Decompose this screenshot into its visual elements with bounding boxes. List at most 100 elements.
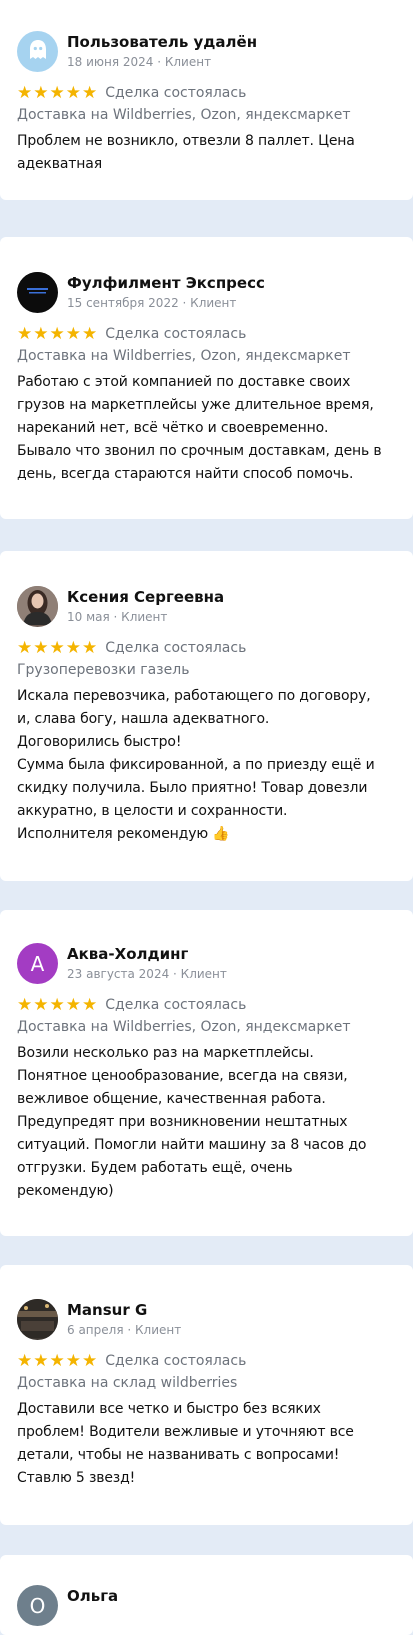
avatar-letter: А	[30, 951, 45, 976]
review-text-line: Ставлю 5 звезд!	[17, 1470, 136, 1486]
review-service: Грузоперевозки газель	[17, 662, 190, 678]
review-card: Фулфилмент Экспресс 15 сентября 2022 · К…	[0, 237, 413, 519]
ghost-icon	[27, 38, 49, 66]
star-icon: ★	[65, 637, 81, 658]
review-text-line: детали, чтобы не названивать с вопросами…	[17, 1447, 340, 1463]
review-service: Доставка на Wildberries, Ozon, яндексмар…	[17, 107, 351, 123]
review-text-line: ситуаций. Помогли найти машину за 8 часо…	[17, 1137, 367, 1153]
avatar[interactable]	[17, 586, 58, 627]
deal-status: Сделка состоялась	[105, 85, 247, 101]
review-role: Клиент	[135, 1323, 182, 1337]
star-rating: ★ ★ ★ ★ ★	[17, 637, 98, 658]
avatar[interactable]: О	[17, 1585, 58, 1626]
review-text-line: рекомендую)	[17, 1183, 114, 1199]
review-text: Доставили все четко и быстро без всяких …	[17, 1398, 401, 1490]
deal-status: Сделка состоялась	[105, 997, 247, 1013]
review-text: Возили несколько раз на маркетплейсы. По…	[17, 1042, 401, 1203]
review-text-line: Понятное ценообразование, всегда на связ…	[17, 1068, 348, 1084]
star-icon: ★	[49, 323, 65, 344]
review-date: 15 сентября 2022	[67, 296, 179, 310]
star-icon: ★	[65, 323, 81, 344]
deal-status: Сделка состоялась	[105, 1353, 247, 1369]
star-icon: ★	[82, 637, 98, 658]
star-icon: ★	[82, 994, 98, 1015]
review-author[interactable]: Аква-Холдинг	[67, 945, 188, 963]
star-icon: ★	[82, 1350, 98, 1371]
company-logo-icon	[17, 272, 58, 313]
star-rating: ★ ★ ★ ★ ★	[17, 1350, 98, 1371]
review-meta: 10 мая · Клиент	[67, 610, 168, 624]
review-text-line: Доставили все четко и быстро без всяких	[17, 1401, 321, 1417]
star-icon: ★	[33, 323, 49, 344]
review-role: Клиент	[121, 610, 168, 624]
user-photo-icon	[17, 1299, 58, 1340]
review-text-line: Работаю с этой компанией по доставке сво…	[17, 374, 351, 390]
review-card: О Ольга	[0, 1555, 413, 1635]
avatar[interactable]: А	[17, 943, 58, 984]
star-icon: ★	[65, 1350, 81, 1371]
review-text-line: отгрузки. Будем работать ещё, очень	[17, 1160, 293, 1176]
review-service: Доставка на склад wildberries	[17, 1375, 238, 1391]
review-text-line: Проблем не возникло, отвезли 8 паллет. Ц…	[17, 133, 355, 149]
review-author[interactable]: Mansur G	[67, 1301, 147, 1319]
star-icon: ★	[17, 323, 33, 344]
star-icon: ★	[33, 1350, 49, 1371]
review-text-line: вежливое общение, качественная работа.	[17, 1091, 326, 1107]
star-icon: ★	[17, 82, 33, 103]
star-icon: ★	[17, 1350, 33, 1371]
review-text-line: скидку получила. Было приятно! Товар дов…	[17, 780, 368, 796]
review-card: А Аква-Холдинг 23 августа 2024 · Клиент …	[0, 910, 413, 1236]
review-text-line: Возили несколько раз на маркетплейсы.	[17, 1045, 314, 1061]
review-text-line: адекватная	[17, 156, 102, 172]
review-text-line: нареканий нет, всё чётко и своевременно.	[17, 420, 329, 436]
review-service: Доставка на Wildberries, Ozon, яндексмар…	[17, 1019, 351, 1035]
review-author[interactable]: Пользователь удалён	[67, 33, 257, 51]
review-service: Доставка на Wildberries, Ozon, яндексмар…	[17, 348, 351, 364]
review-date: 23 августа 2024	[67, 967, 170, 981]
review-text: Работаю с этой компанией по доставке сво…	[17, 371, 401, 486]
review-card: Mansur G 6 апреля · Клиент ★ ★ ★ ★ ★ Сделка …	[0, 1265, 413, 1525]
star-rating: ★ ★ ★ ★ ★	[17, 994, 98, 1015]
review-text-line: Искала перевозчика, работающего по догов…	[17, 688, 371, 704]
review-meta: 23 августа 2024 · Клиент	[67, 967, 227, 981]
review-card: Ксения Сергеевна 10 мая · Клиент ★ ★ ★ ★ ★ С…	[0, 551, 413, 881]
star-icon: ★	[82, 82, 98, 103]
star-icon: ★	[49, 994, 65, 1015]
review-card: Пользователь удалён 18 июня 2024 · Клиен…	[0, 0, 413, 200]
star-icon: ★	[49, 82, 65, 103]
user-photo-icon	[17, 586, 58, 627]
deal-status: Сделка состоялась	[105, 640, 247, 656]
review-text-line: Исполнителя рекомендую 👍	[17, 826, 230, 842]
avatar[interactable]	[17, 31, 58, 72]
review-text-line: проблем! Водители вежливые и уточняют вс…	[17, 1424, 354, 1440]
review-text-line: Договорились быстро!	[17, 734, 182, 750]
review-author[interactable]: Фулфилмент Экспресс	[67, 274, 265, 292]
star-icon: ★	[17, 994, 33, 1015]
review-meta: 18 июня 2024 · Клиент	[67, 55, 212, 69]
star-icon: ★	[33, 82, 49, 103]
review-author[interactable]: Ксения Сергеевна	[67, 588, 224, 606]
review-role: Клиент	[190, 296, 237, 310]
review-text: Искала перевозчика, работающего по догов…	[17, 685, 401, 846]
review-text-line: день, всегда стараются найти способ помо…	[17, 466, 354, 482]
avatar[interactable]	[17, 1299, 58, 1340]
review-date: 18 июня 2024	[67, 55, 154, 69]
review-role: Клиент	[164, 55, 212, 69]
star-rating: ★ ★ ★ ★ ★	[17, 323, 98, 344]
deal-status: Сделка состоялась	[105, 326, 247, 342]
review-text-line: Сумма была фиксированной, а по приезду е…	[17, 757, 375, 773]
review-text-line: Предупредят при возникновении нештатных	[17, 1114, 348, 1130]
star-icon: ★	[65, 82, 81, 103]
review-meta: 6 апреля · Клиент	[67, 1323, 182, 1337]
avatar[interactable]	[17, 272, 58, 313]
review-date: 6 апреля	[67, 1323, 124, 1337]
star-icon: ★	[82, 323, 98, 344]
star-rating: ★ ★ ★ ★ ★	[17, 82, 98, 103]
review-date: 10 мая	[67, 610, 110, 624]
review-role: Клиент	[180, 967, 227, 981]
review-author[interactable]: Ольга	[67, 1587, 118, 1605]
star-icon: ★	[17, 637, 33, 658]
review-meta: 15 сентября 2022 · Клиент	[67, 296, 237, 310]
review-text-line: Бывало что звонил по срочным доставкам, …	[17, 443, 382, 459]
star-icon: ★	[49, 637, 65, 658]
